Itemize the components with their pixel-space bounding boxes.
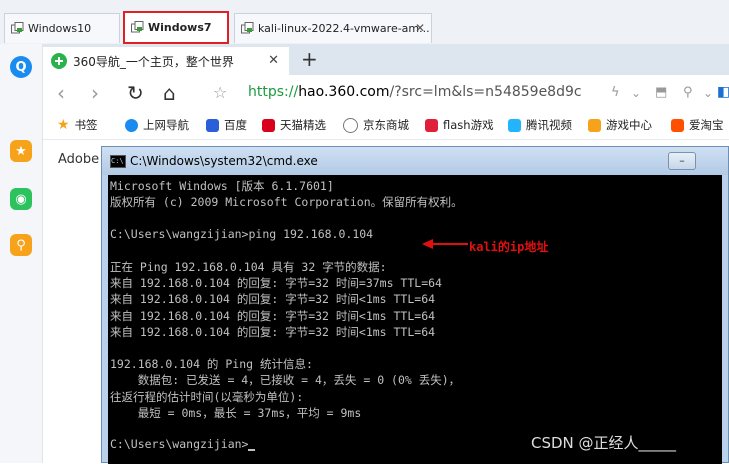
minimize-button[interactable]: – (668, 152, 696, 170)
console-line: 来自 192.168.0.104 的回复: 字节=32 时间<1ms TTL=6… (110, 308, 436, 323)
favorites-icon[interactable]: ★ (10, 140, 32, 162)
cmd-titlebar[interactable]: C:\ C:\Windows\system32\cmd.exe – (102, 147, 728, 175)
vm-icon (241, 22, 254, 34)
page-text: Adobe (58, 152, 100, 167)
cmd-window[interactable]: C:\ C:\Windows\system32\cmd.exe – Micros… (101, 146, 729, 464)
text-cursor (248, 449, 256, 452)
taobao-icon (671, 118, 684, 132)
console-line: Microsoft Windows [版本 6.1.7601] (110, 179, 334, 193)
bookmark-item[interactable]: 天猫精选 (262, 117, 326, 133)
cmd-console[interactable]: Microsoft Windows [版本 6.1.7601] 版权所有 (c) … (108, 175, 722, 464)
chevron-down-icon[interactable]: ⌄ (631, 86, 641, 100)
baidu-icon (206, 118, 219, 132)
extension-icon[interactable]: ◧ (717, 84, 729, 100)
translate-icon[interactable]: ⬒ (655, 85, 667, 100)
close-icon[interactable]: ✕ (268, 53, 279, 68)
360-logo-icon (51, 53, 67, 69)
address-bar: ‹ › ↻ ⌂ ☆ https://hao.360.com/?src=lm&ls… (43, 75, 729, 112)
search-icon[interactable]: ⚲ (683, 85, 693, 100)
wechat-icon[interactable]: ◉ (10, 188, 32, 210)
globe-icon (343, 117, 358, 133)
vm-tab-label: Windows10 (28, 22, 92, 35)
lightning-icon[interactable]: ϟ (611, 85, 620, 100)
flash-icon (425, 118, 438, 132)
search-icon[interactable]: ⚲ (10, 234, 32, 256)
video-icon (508, 118, 521, 132)
bookmark-item[interactable]: 爱淘宝 (671, 117, 724, 133)
bookmark-item[interactable]: flash游戏 (425, 117, 494, 133)
home-icon[interactable]: ⌂ (163, 81, 176, 105)
console-line: C:\Users\wangzijian>ping 192.168.0.104 (110, 226, 374, 241)
browser-tab[interactable]: 360导航_一个主页，整个世界 ✕ (43, 47, 289, 75)
url-scheme: https:// (248, 84, 299, 100)
browser-tab-bar: 360导航_一个主页，整个世界 ✕ + (43, 44, 729, 75)
star-icon[interactable]: ☆ (213, 83, 227, 102)
url-host: hao.360.com (298, 84, 390, 100)
ie-icon (125, 118, 138, 132)
watermark: CSDN @正经人_____ (531, 434, 677, 452)
browser-tab-title: 360导航_一个主页，整个世界 (73, 54, 234, 69)
bookmark-item[interactable]: ★ 书签 (57, 117, 98, 133)
console-line: 最短 = 0ms，最长 = 37ms，平均 = 9ms (110, 405, 362, 420)
url-input[interactable]: https://hao.360.com/?src=lm&ls=n54859e8d… (248, 84, 582, 100)
new-tab-icon[interactable]: + (301, 47, 318, 71)
console-line: C:\Users\wangzijian> (110, 437, 249, 452)
back-icon[interactable]: ‹ (57, 81, 65, 105)
vm-tab-strip: Windows10 Windows7 kali-linux-2022.4-vmw… (0, 0, 729, 45)
chevron-down-icon[interactable]: ⌄ (703, 86, 713, 100)
tmall-icon (262, 118, 275, 132)
bookmark-item[interactable]: 上网导航 (125, 117, 189, 133)
console-line: 正在 Ping 192.168.0.104 具有 32 字节的数据: (110, 260, 387, 274)
console-line: 来自 192.168.0.104 的回复: 字节=32 时间<1ms TTL=6… (110, 292, 436, 307)
cmd-title: C:\Windows\system32\cmd.exe (130, 154, 318, 168)
console-line: 往返行程的估计时间(以毫秒为单位): (110, 389, 304, 404)
close-icon[interactable]: ✕ (415, 21, 425, 35)
url-path: /?src=lm&ls=n54859e8d9c (389, 84, 582, 100)
annotation-text: kali的ip地址 (469, 240, 549, 254)
vm-tab-windows10[interactable]: Windows10 (4, 13, 120, 43)
bookmarks-bar: ★ 书签 上网导航 百度 天猫精选 京东商城 flash游戏 腾讯视频 游戏中心 … (43, 111, 729, 140)
bookmark-item[interactable]: 百度 (206, 117, 247, 133)
bookmark-item[interactable]: 游戏中心 (588, 117, 652, 133)
star-icon: ★ (57, 117, 70, 133)
console-line: 数据包: 已发送 = 4，已接收 = 4，丢失 = 0 (0% 丢失)， (110, 373, 461, 388)
console-line: 来自 192.168.0.104 的回复: 字节=32 时间=37ms TTL=… (110, 276, 442, 291)
vm-tab-windows7[interactable]: Windows7 (123, 11, 229, 44)
browser-logo-icon[interactable]: Q (10, 56, 32, 78)
bookmark-item[interactable]: 腾讯视频 (508, 117, 572, 133)
console-line: 来自 192.168.0.104 的回复: 字节=32 时间<1ms TTL=6… (110, 324, 436, 339)
game-icon (588, 118, 601, 132)
annotation-arrow-icon (422, 239, 468, 249)
forward-icon[interactable]: › (91, 81, 99, 105)
reload-icon[interactable]: ↻ (127, 81, 144, 105)
cmd-icon: C:\ (110, 155, 126, 168)
console-line: 192.168.0.104 的 Ping 统计信息: (110, 357, 313, 372)
bookmark-item[interactable]: 京东商城 (343, 117, 409, 133)
console-line: 版权所有 (c) 2009 Microsoft Corporation。保留所有… (110, 195, 463, 210)
vm-icon (11, 22, 24, 34)
vm-tab-label: kali-linux-2022.4-vmware-am... (258, 22, 430, 35)
vm-tab-label: Windows7 (148, 21, 212, 34)
browser-sidebar: Q ★ ◉ ⚲ (0, 44, 43, 463)
vm-tab-kali[interactable]: kali-linux-2022.4-vmware-am... ✕ (234, 13, 432, 43)
vm-icon (131, 21, 144, 33)
